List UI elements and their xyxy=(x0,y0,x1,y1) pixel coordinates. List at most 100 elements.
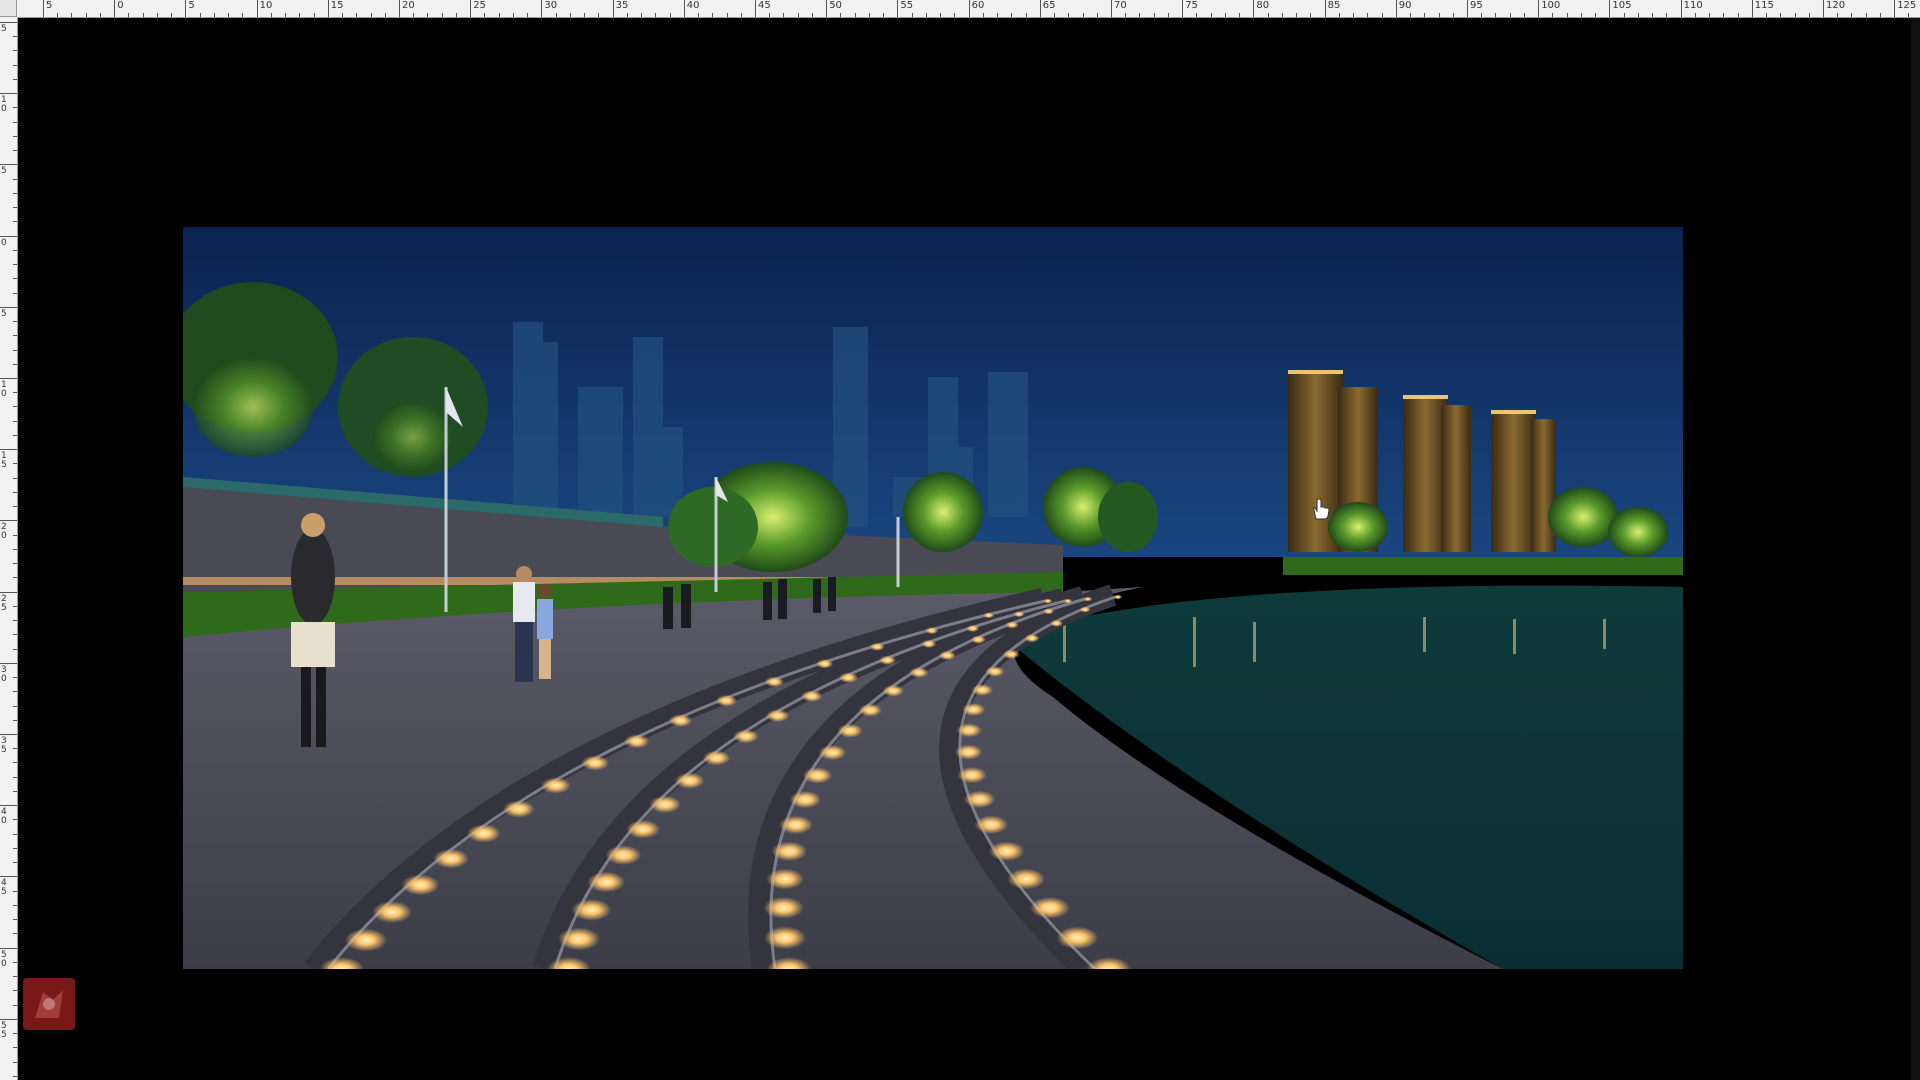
ruler-left-minor-tick xyxy=(13,677,17,679)
ruler-top-minor-tick xyxy=(555,13,557,17)
ruler-top-minor-tick xyxy=(626,13,628,17)
ruler-top-minor-tick xyxy=(1523,13,1525,17)
step-light xyxy=(921,639,937,648)
step-light xyxy=(733,729,759,744)
ruler-left-minor-tick xyxy=(13,548,17,550)
ruler-left-minor-tick xyxy=(13,1061,17,1063)
ruler-top-label: 70 xyxy=(1114,0,1127,11)
ruler-top[interactable]: 5 0 5 10 15 20 25 30 35 40 45 50 55 60 65 70 75 80 85 90 95 1… xyxy=(17,0,1920,18)
ruler-left-major-tick xyxy=(0,22,17,23)
ruler-top-label: 95 xyxy=(1470,0,1483,11)
ruler-left-minor-tick xyxy=(13,406,17,408)
ruler-corner[interactable] xyxy=(0,0,17,17)
ruler-left-label: 45 xyxy=(1,878,7,898)
ruler-top-major-tick xyxy=(683,0,685,17)
ruler-top-minor-tick xyxy=(1623,13,1625,17)
ruler-top-label: 90 xyxy=(1398,0,1412,11)
ruler-left-minor-tick xyxy=(13,491,17,493)
step-light xyxy=(816,659,834,669)
step-light xyxy=(1056,926,1099,950)
ruler-top-minor-tick xyxy=(1167,13,1169,17)
ruler-top-minor-tick xyxy=(1381,13,1383,17)
ruler-top-minor-tick xyxy=(1239,13,1241,17)
ruler-left-major-tick xyxy=(0,1018,17,1020)
document-image[interactable] xyxy=(183,227,1683,969)
ruler-left-label: 20 xyxy=(1,522,7,542)
ruler-top-label: 5 xyxy=(188,0,195,11)
step-light xyxy=(674,772,705,789)
ruler-top-minor-tick xyxy=(769,13,771,17)
step-light xyxy=(925,627,939,635)
ruler-top-minor-tick xyxy=(1353,13,1355,17)
ruler-left-minor-tick xyxy=(13,107,17,109)
step-light xyxy=(764,926,806,950)
ruler-left-label: 15 xyxy=(1,451,7,471)
ruler-top-minor-tick xyxy=(498,13,500,17)
step-light xyxy=(581,755,609,771)
ruler-left-minor-tick xyxy=(13,904,17,906)
ruler-top-label: 30 xyxy=(544,0,558,11)
ruler-top-minor-tick xyxy=(1709,13,1711,17)
ruler-left-minor-tick xyxy=(13,748,17,750)
ruler-left-minor-tick xyxy=(13,64,17,66)
ruler-left[interactable]: 5 10 5 0 5 10 15 20 25 30 35 40 45 50 55 xyxy=(0,17,18,1080)
ruler-top-minor-tick xyxy=(1025,13,1027,17)
ruler-top-minor-tick xyxy=(1780,13,1782,17)
ruler-left-minor-tick xyxy=(13,36,17,38)
step-light xyxy=(818,745,847,761)
ruler-top-label: 50 xyxy=(829,0,842,11)
ruler-top-minor-tick xyxy=(1737,13,1739,17)
ruler-top-minor-tick xyxy=(156,13,158,17)
ruler-top-minor-tick xyxy=(997,13,999,17)
step-light xyxy=(983,612,995,619)
ruler-left-minor-tick xyxy=(13,463,17,465)
ruler-top-label: 40 xyxy=(686,0,700,11)
ruler-top-label: 100 xyxy=(1541,0,1561,11)
ruler-left-minor-tick xyxy=(13,264,17,266)
step-light xyxy=(966,624,980,633)
ruler-top-major-tick xyxy=(1253,0,1255,17)
vertical-scrollbar[interactable] xyxy=(1911,18,1920,1080)
ruler-top-minor-tick xyxy=(854,13,856,17)
ruler-top-minor-tick xyxy=(342,13,344,17)
ruler-left-major-tick xyxy=(0,805,17,807)
app-badge-icon[interactable] xyxy=(23,978,75,1030)
ruler-top-minor-tick xyxy=(641,13,643,17)
step-light xyxy=(954,744,983,760)
ruler-left-minor-tick xyxy=(13,1004,17,1006)
ruler-top-minor-tick xyxy=(868,13,870,17)
ruler-top-minor-tick xyxy=(85,13,87,17)
ruler-left-major-tick xyxy=(0,378,17,379)
step-light xyxy=(1043,608,1055,615)
ruler-top-minor-tick xyxy=(1879,13,1881,17)
ruler-left-minor-tick xyxy=(13,847,17,849)
ruler-left-major-tick xyxy=(0,662,17,664)
ruler-top-minor-tick xyxy=(1296,13,1298,17)
step-light xyxy=(1063,598,1073,604)
ruler-top-minor-tick xyxy=(384,13,386,17)
ruler-top-label: 20 xyxy=(402,0,415,11)
ruler-left-major-tick xyxy=(0,876,17,878)
hand-cursor-icon xyxy=(1313,498,1330,520)
step-light xyxy=(764,676,784,688)
step-light xyxy=(1079,606,1091,613)
ruler-left-label: 5 xyxy=(1,24,7,34)
ruler-top-minor-tick xyxy=(811,13,813,17)
ruler-top-major-tick xyxy=(1467,0,1468,17)
ruler-left-label: 35 xyxy=(1,736,7,755)
ruler-top-label: 80 xyxy=(1256,0,1270,11)
ruler-top-label: 35 xyxy=(615,0,629,11)
ruler-top-minor-tick xyxy=(698,13,700,17)
ruler-top-minor-tick xyxy=(455,13,457,17)
ruler-top-minor-tick xyxy=(1082,13,1084,17)
ruler-top-minor-tick xyxy=(1637,13,1639,17)
step-light xyxy=(372,901,413,923)
ruler-top-minor-tick xyxy=(584,13,586,17)
ruler-top-minor-tick xyxy=(911,13,913,17)
step-light xyxy=(985,666,1005,677)
ruler-left-major-tick xyxy=(0,947,17,949)
ruler-left-minor-tick xyxy=(13,862,17,864)
step-light xyxy=(1007,868,1046,890)
ruler-top-minor-tick xyxy=(840,13,842,17)
ruler-top-minor-tick xyxy=(726,13,728,17)
